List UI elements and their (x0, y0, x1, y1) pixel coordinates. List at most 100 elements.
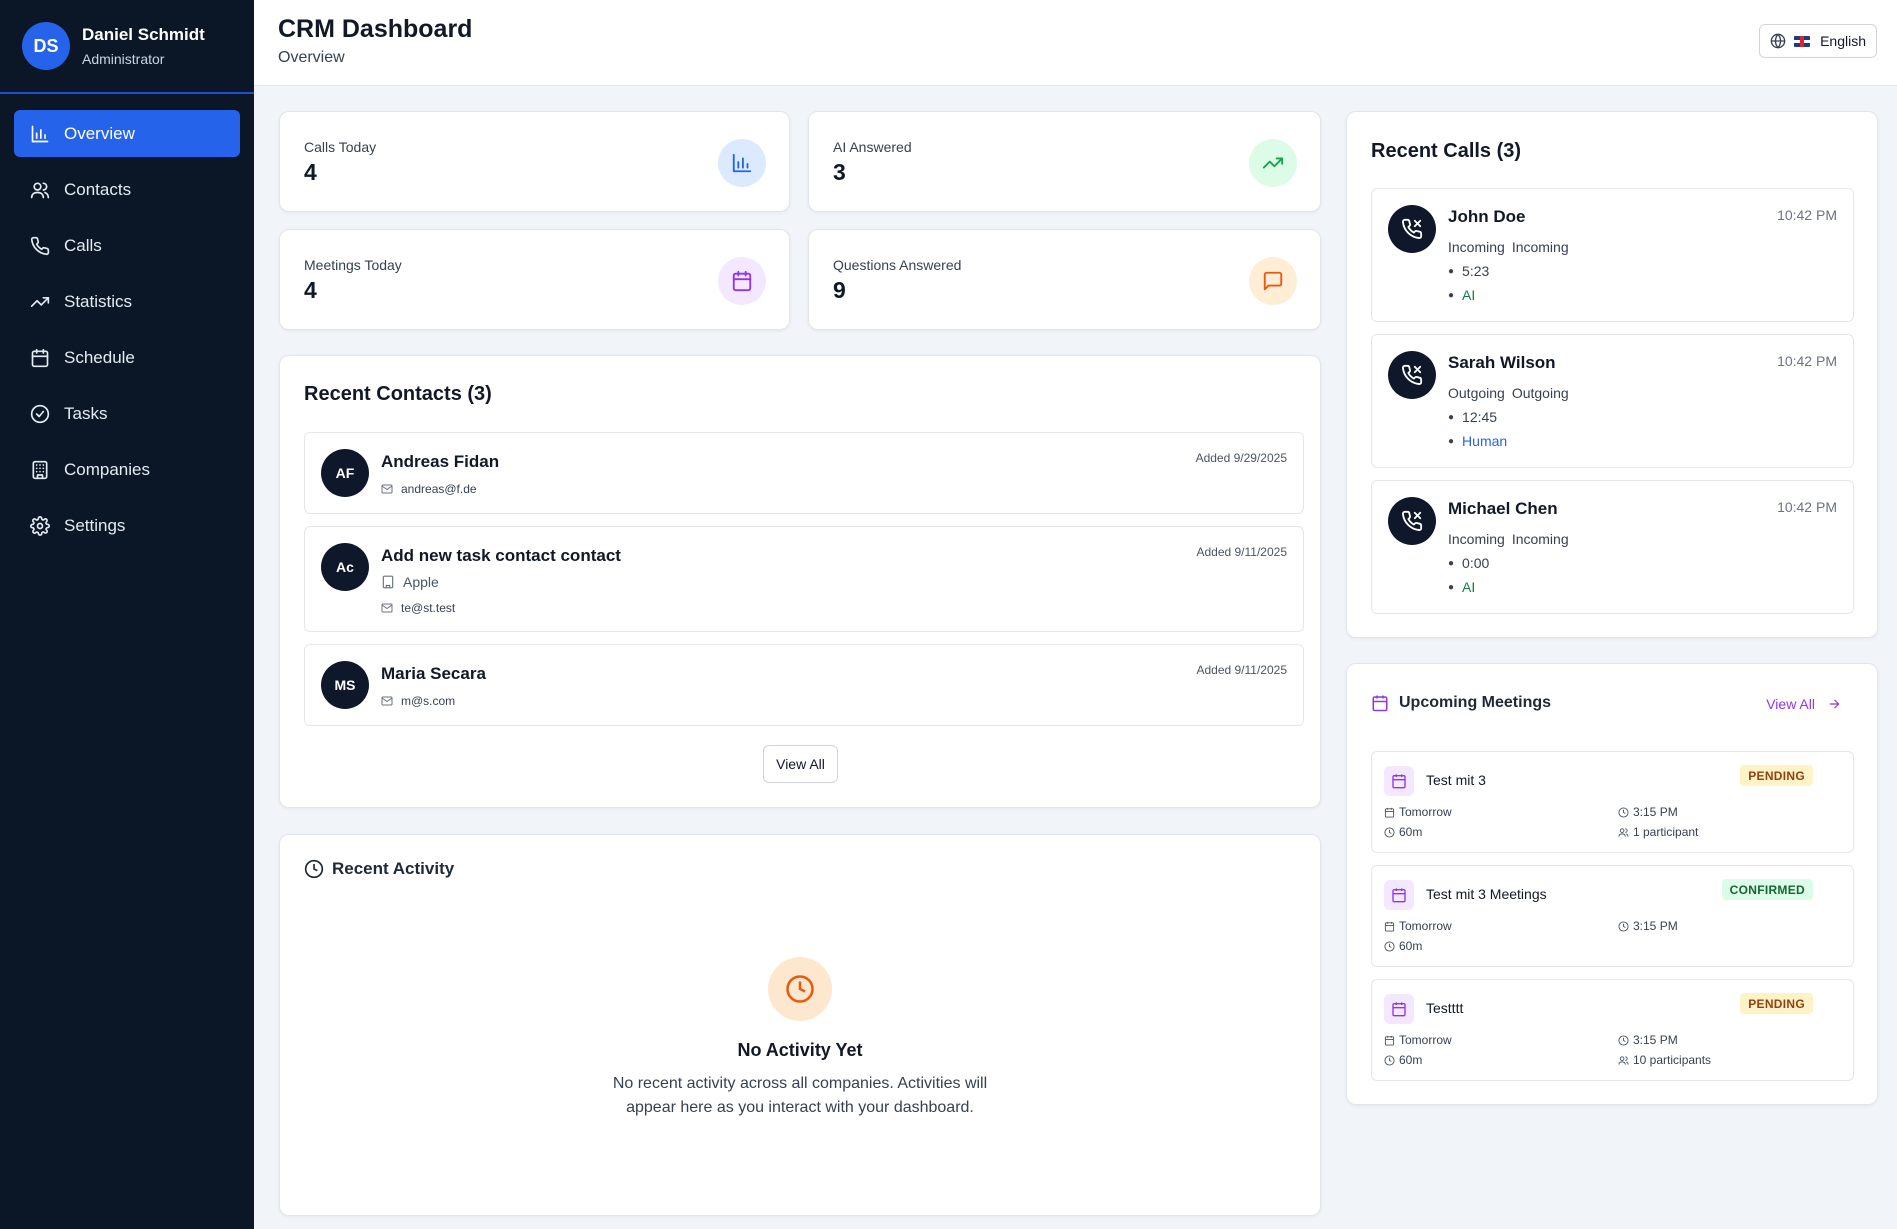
meeting-duration-text: 60m (1399, 939, 1423, 953)
handler-text: AI (1462, 287, 1476, 303)
message-icon (1263, 271, 1283, 291)
meeting-time: 3:15 PM (1618, 1033, 1678, 1047)
call-direction: Incoming Incoming (1448, 239, 1576, 255)
meeting-title: Test mit 3 Meetings (1426, 886, 1547, 902)
call-direction: Outgoing Outgoing (1448, 385, 1576, 401)
sidebar-item-calls[interactable]: Calls (14, 222, 240, 269)
list-item[interactable]: Ac Add new task contact contact Apple te… (304, 526, 1304, 632)
meeting-participants: 1 participant (1618, 825, 1698, 839)
sidebar: DS Daniel Schmidt Administrator Overview… (0, 0, 254, 1229)
call-avatar (1388, 497, 1436, 545)
meeting-time: 3:15 PM (1618, 919, 1678, 933)
meeting-title: Testttt (1426, 1000, 1464, 1016)
added-date: Added 9/11/2025 (1196, 663, 1287, 677)
contact-email: te@st.test (381, 601, 455, 615)
stat-card-meetings-today: Meetings Today 4 (279, 229, 790, 330)
meeting-day: Tomorrow (1384, 805, 1452, 819)
clock-icon (1384, 940, 1395, 952)
clock-icon (1384, 1054, 1395, 1066)
call-duration: ● 5:23 (1448, 263, 1490, 279)
meeting-duration: 60m (1384, 1053, 1422, 1067)
activity-title-text: Recent Activity (332, 859, 455, 878)
meeting-duration-text: 60m (1399, 825, 1423, 839)
language-selector[interactable]: English (1759, 24, 1877, 58)
stat-card-questions-answered: Questions Answered 9 (808, 229, 1321, 330)
sidebar-item-label: Overview (64, 123, 135, 143)
contact-name: Add new task contact contact (381, 546, 621, 565)
stat-icon-wrap (718, 139, 766, 187)
meeting-duration-text: 60m (1399, 1053, 1423, 1067)
sidebar-item-overview[interactable]: Overview (14, 110, 240, 157)
list-item[interactable]: Michael Chen 10:42 PM Incoming Incoming ●… (1371, 480, 1854, 614)
email-text: m@s.com (401, 694, 456, 708)
avatar: DS (22, 22, 70, 70)
list-item[interactable]: John Doe 10:42 PM Incoming Incoming ● 5:23… (1371, 188, 1854, 322)
stat-card-ai-answered: AI Answered 3 (808, 111, 1321, 212)
meeting-day-text: Tomorrow (1399, 805, 1452, 819)
mail-icon (381, 696, 393, 706)
sidebar-item-contacts[interactable]: Contacts (14, 166, 240, 213)
calendar-icon (732, 270, 752, 292)
call-avatar (1388, 205, 1436, 253)
sidebar-item-label: Settings (64, 515, 126, 535)
call-handler: ● AI (1448, 579, 1476, 595)
added-date: Added 9/11/2025 (1196, 545, 1287, 559)
direction-text: Incoming (1448, 239, 1505, 255)
empty-state-icon-wrap (768, 957, 832, 1021)
added-date: Added 9/29/2025 (1195, 451, 1287, 465)
sidebar-item-tasks[interactable]: Tasks (14, 390, 240, 437)
meeting-participants-text: 1 participant (1633, 825, 1699, 839)
sidebar-item-settings[interactable]: Settings (14, 502, 240, 549)
avatar: Ac (321, 543, 369, 591)
user-name: Daniel Schmidt (82, 25, 205, 44)
stat-value: 4 (304, 159, 317, 185)
duration-text: 5:23 (1462, 263, 1490, 279)
call-time: 10:42 PM (1777, 207, 1837, 223)
users-icon (30, 182, 50, 198)
meetings-title-text: Upcoming Meetings (1399, 694, 1552, 711)
sidebar-item-statistics[interactable]: Statistics (14, 278, 240, 325)
arrow-right-icon (1829, 699, 1840, 709)
direction-badge: Outgoing (1511, 385, 1569, 401)
user-profile[interactable]: DS Daniel Schmidt Administrator (0, 0, 254, 94)
stat-icon-wrap (1249, 257, 1297, 305)
section-title: Upcoming Meetings (1371, 694, 1551, 712)
status-badge: PENDING (1740, 765, 1813, 786)
calendar-icon (1392, 1002, 1406, 1017)
trending-up-icon (1262, 157, 1284, 169)
sidebar-item-label: Statistics (64, 291, 133, 311)
list-item[interactable]: Test mit 3 PENDING Tomorrow 3:15 PM 60m … (1371, 751, 1854, 853)
call-duration: ● 0:00 (1448, 555, 1490, 571)
list-item[interactable]: Testttt PENDING Tomorrow 3:15 PM 60m 10 … (1371, 979, 1854, 1081)
view-all-meetings-link[interactable]: View All (1766, 696, 1841, 712)
duration-text: 12:45 (1462, 409, 1498, 425)
calendar-icon (1372, 695, 1388, 712)
call-duration: ● 12:45 (1448, 409, 1498, 425)
list-item[interactable]: MS Maria Secara m@s.com Added 9/11/2025 (304, 644, 1304, 726)
contact-name: Andreas Fidan (381, 452, 500, 471)
call-handler: ● AI (1448, 287, 1476, 303)
meeting-day-text: Tomorrow (1399, 919, 1452, 933)
page-subtitle: Overview (278, 49, 345, 66)
call-avatar (1388, 351, 1436, 399)
stat-label: Meetings Today (304, 257, 402, 273)
sidebar-item-label: Companies (64, 459, 150, 479)
sidebar-item-label: Calls (64, 235, 102, 255)
list-item[interactable]: AF Andreas Fidan andreas@f.de Added 9/29… (304, 432, 1304, 514)
call-handler: ● Human (1448, 433, 1508, 449)
list-item[interactable]: Sarah Wilson 10:42 PM Outgoing Outgoing ●… (1371, 334, 1854, 468)
phone-call-icon (1402, 364, 1423, 385)
sidebar-item-schedule[interactable]: Schedule (14, 334, 240, 381)
bar-chart-icon (732, 153, 752, 173)
avatar: MS (321, 661, 369, 709)
view-all-contacts-button[interactable]: View All (763, 745, 838, 783)
globe-icon (1770, 33, 1786, 49)
empty-state-title: No Activity Yet (737, 1040, 863, 1060)
avatar: AF (321, 449, 369, 497)
mail-icon (381, 603, 393, 613)
list-item[interactable]: Test mit 3 Meetings CONFIRMED Tomorrow 3… (1371, 865, 1854, 967)
sidebar-item-companies[interactable]: Companies (14, 446, 240, 493)
stat-card-calls-today: Calls Today 4 (279, 111, 790, 212)
meeting-participants-text: 10 participants (1633, 1053, 1712, 1067)
users-icon (1618, 1055, 1629, 1065)
